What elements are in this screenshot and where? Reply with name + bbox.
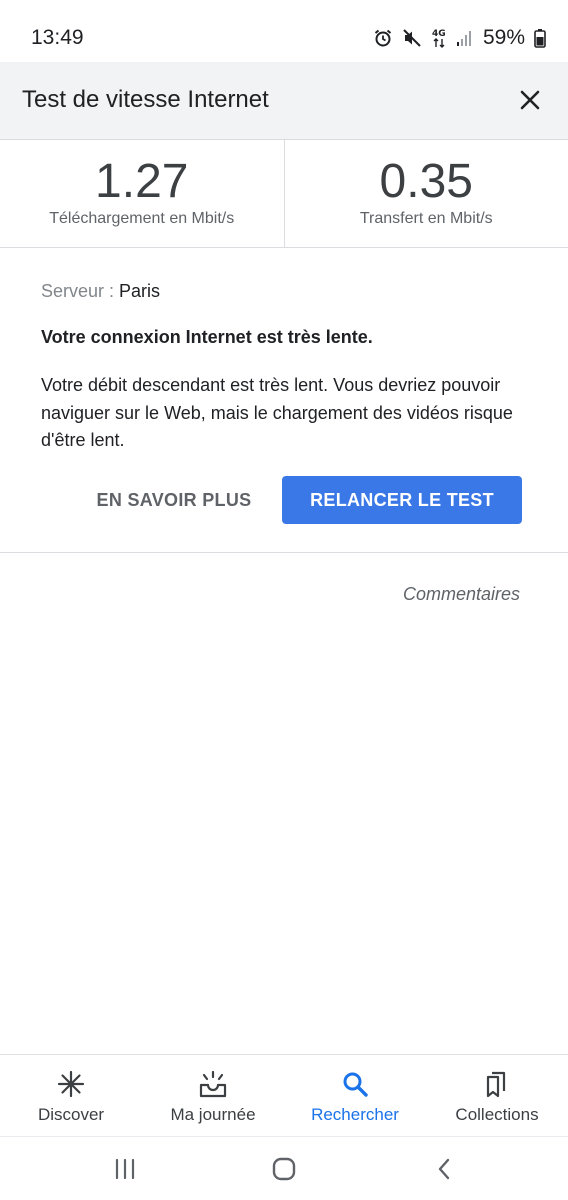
recent-apps-icon bbox=[115, 1158, 135, 1180]
system-nav-bar bbox=[0, 1136, 568, 1200]
alarm-icon bbox=[373, 28, 393, 48]
back-button[interactable] bbox=[428, 1153, 460, 1185]
home-button[interactable] bbox=[268, 1153, 300, 1185]
nav-item-collections[interactable]: Collections bbox=[426, 1055, 568, 1136]
status-icons: 4G 59% bbox=[373, 24, 546, 52]
battery-icon bbox=[534, 28, 546, 48]
upload-label: Transfert en Mbit/s bbox=[359, 210, 493, 227]
server-value: Paris bbox=[119, 281, 161, 301]
network-4g-icon: 4G bbox=[431, 27, 447, 49]
nav-label-discover: Discover bbox=[37, 1105, 105, 1124]
status-time: 13:49 bbox=[31, 26, 84, 49]
result-panel: Serveur : Paris Votre connexion Internet… bbox=[0, 248, 568, 553]
feedback-link[interactable]: Commentaires bbox=[403, 584, 520, 605]
server-line: Serveur : Paris bbox=[41, 281, 160, 302]
nav-item-ma-journee[interactable]: Ma journée bbox=[142, 1055, 284, 1136]
nav-item-discover[interactable]: Discover bbox=[0, 1055, 142, 1136]
server-key: Serveur : bbox=[41, 281, 120, 301]
back-icon bbox=[438, 1158, 450, 1180]
nav-label-collections: Collections bbox=[455, 1105, 539, 1124]
dialog-header: Test de vitesse Internet bbox=[0, 62, 568, 140]
speed-metrics: 1.27 Téléchargement en Mbit/s 0.35 Trans… bbox=[0, 140, 568, 248]
connection-description: Votre débit descendant est très lent. Vo… bbox=[41, 375, 513, 450]
dialog-title: Test de vitesse Internet bbox=[22, 86, 269, 113]
close-button[interactable] bbox=[512, 82, 548, 118]
download-metric: 1.27 Téléchargement en Mbit/s bbox=[0, 140, 284, 247]
learn-more-button[interactable]: EN SAVOIR PLUS bbox=[88, 476, 260, 524]
search-icon bbox=[340, 1069, 370, 1099]
signal-icon bbox=[456, 29, 472, 47]
download-value: 1.27 bbox=[95, 155, 189, 208]
download-label: Téléchargement en Mbit/s bbox=[49, 210, 235, 227]
home-icon bbox=[272, 1157, 296, 1181]
rerun-test-button[interactable]: RELANCER LE TEST bbox=[282, 476, 522, 524]
recent-apps-button[interactable] bbox=[109, 1153, 141, 1185]
svg-text:4G: 4G bbox=[432, 29, 446, 39]
collections-icon bbox=[482, 1069, 512, 1099]
upload-metric: 0.35 Transfert en Mbit/s bbox=[283, 140, 568, 247]
nav-item-rechercher[interactable]: Rechercher bbox=[284, 1055, 426, 1136]
discover-asterisk-icon bbox=[56, 1069, 86, 1099]
close-icon bbox=[520, 90, 540, 110]
connection-verdict: Votre connexion Internet est très lente. bbox=[41, 327, 373, 347]
battery-percentage: 59% bbox=[482, 26, 525, 49]
bottom-nav: Discover Ma journée Rechercher Collectio… bbox=[0, 1054, 568, 1136]
nav-label-ma-journee: Ma journée bbox=[170, 1105, 256, 1124]
sunrise-icon bbox=[198, 1069, 228, 1099]
upload-value: 0.35 bbox=[379, 155, 473, 208]
nav-label-rechercher: Rechercher bbox=[311, 1105, 399, 1124]
mute-icon bbox=[402, 28, 422, 48]
